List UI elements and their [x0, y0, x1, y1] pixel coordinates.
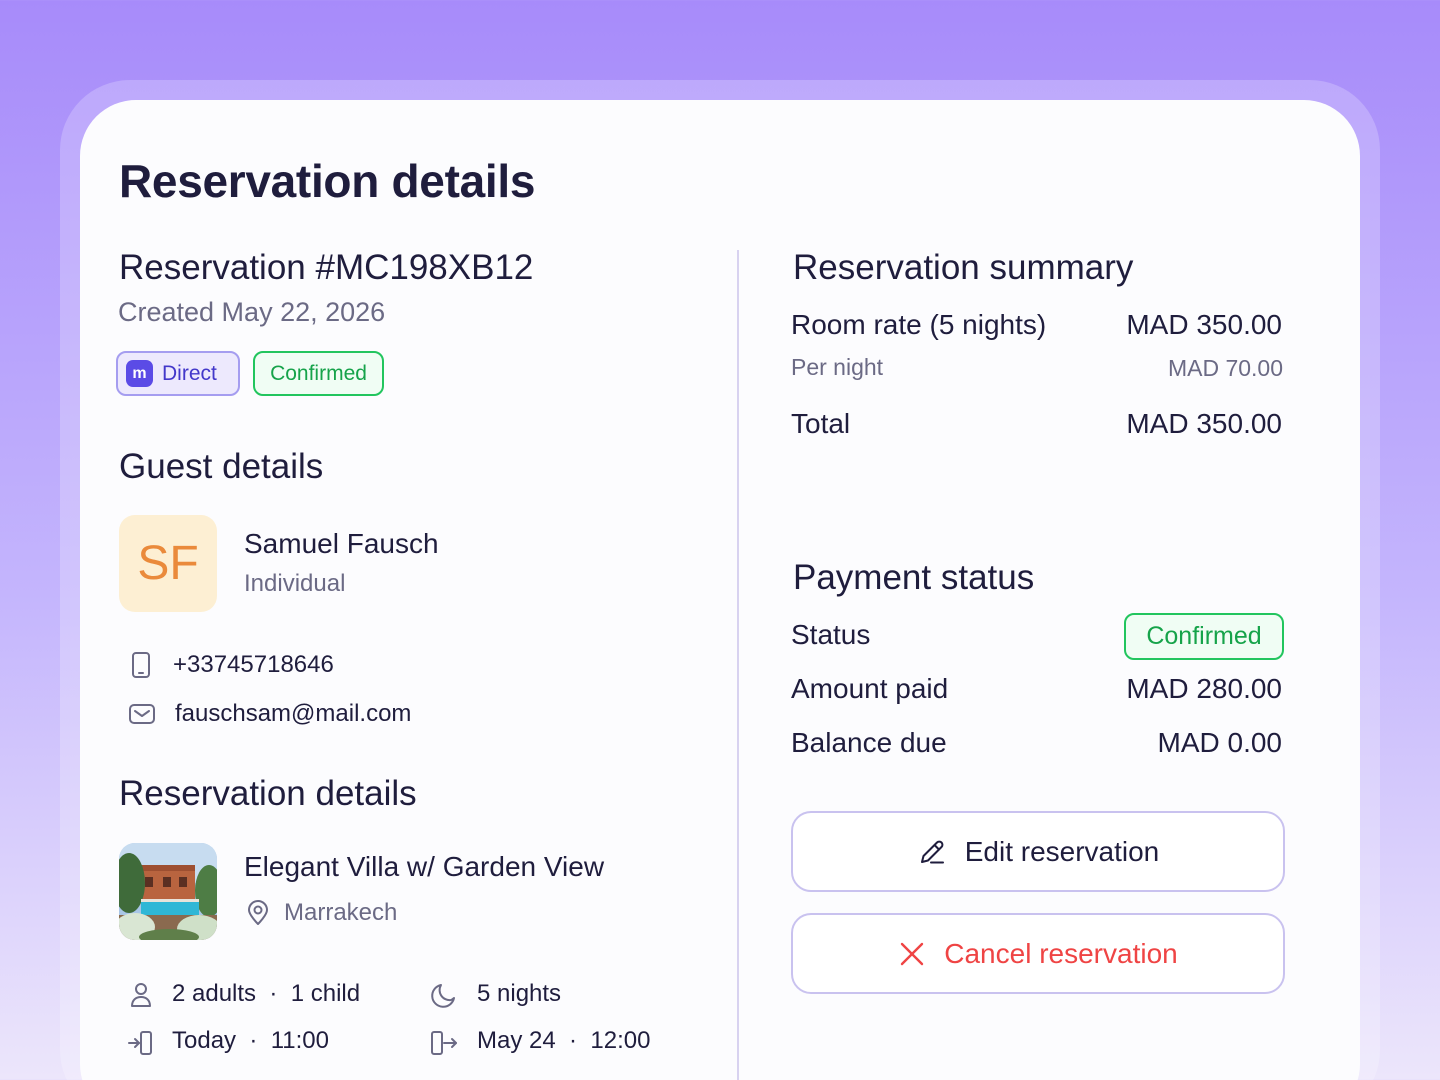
balance-due-label: Balance due: [791, 727, 947, 758]
total-value: MAD 350.00: [1126, 408, 1282, 439]
channel-logo-icon: m: [126, 360, 153, 387]
check-out-icon: [430, 1029, 460, 1057]
payment-status-badge: Confirmed: [1124, 613, 1284, 660]
created-date: Created May 22, 2026: [118, 297, 386, 327]
amount-paid-value: MAD 280.00: [1126, 673, 1282, 704]
check-out-time: May 24 · 12:00: [477, 1027, 651, 1054]
property-name: Elegant Villa w/ Garden View: [244, 851, 605, 882]
mail-icon: [128, 702, 156, 726]
amount-paid-label: Amount paid: [791, 673, 949, 704]
moon-icon: [430, 981, 458, 1009]
nights-count: 5 nights: [477, 980, 562, 1007]
channel-badge-label: Direct: [162, 361, 217, 385]
status-badge-confirmed: Confirmed: [253, 351, 384, 396]
check-in-icon: [127, 1029, 155, 1057]
property-location: Marrakech: [284, 899, 398, 926]
check-in-time: Today · 11:00: [172, 1027, 329, 1054]
column-divider: [737, 250, 739, 1080]
person-icon: [129, 981, 153, 1009]
reservation-number: Reservation #MC198XB12: [119, 248, 534, 287]
cancel-reservation-label: Cancel reservation: [944, 937, 1178, 969]
close-icon: [898, 940, 926, 968]
cancel-reservation-button[interactable]: Cancel reservation: [791, 913, 1285, 994]
pencil-icon: [917, 837, 947, 867]
property-thumbnail: [119, 843, 217, 940]
location-pin-icon: [246, 899, 270, 927]
per-night-label: Per night: [791, 354, 884, 380]
room-rate-value: MAD 350.00: [1126, 309, 1282, 340]
page-title: Reservation details: [119, 155, 536, 207]
payment-status-label: Status: [791, 619, 871, 650]
guest-email[interactable]: fauschsam@mail.com: [175, 700, 411, 728]
guest-type: Individual: [244, 570, 346, 597]
phone-icon: [130, 651, 152, 679]
guest-phone[interactable]: +33745718646: [173, 651, 334, 679]
channel-badge-direct: m Direct: [116, 351, 240, 396]
edit-reservation-button[interactable]: Edit reservation: [791, 811, 1285, 892]
payment-status-title: Payment status: [793, 558, 1035, 597]
guest-avatar: SF: [119, 515, 217, 612]
total-label: Total: [791, 408, 851, 439]
summary-title: Reservation summary: [793, 248, 1134, 287]
edit-reservation-label: Edit reservation: [964, 835, 1160, 867]
room-rate-label: Room rate (5 nights): [791, 309, 1047, 340]
per-night-value: MAD 70.00: [1167, 355, 1283, 381]
reservation-details-title: Reservation details: [119, 774, 417, 813]
balance-due-value: MAD 0.00: [1157, 727, 1283, 758]
guest-count: 2 adults · 1 child: [172, 980, 361, 1007]
guest-details-title: Guest details: [119, 447, 324, 486]
guest-name: Samuel Fausch: [244, 528, 439, 559]
